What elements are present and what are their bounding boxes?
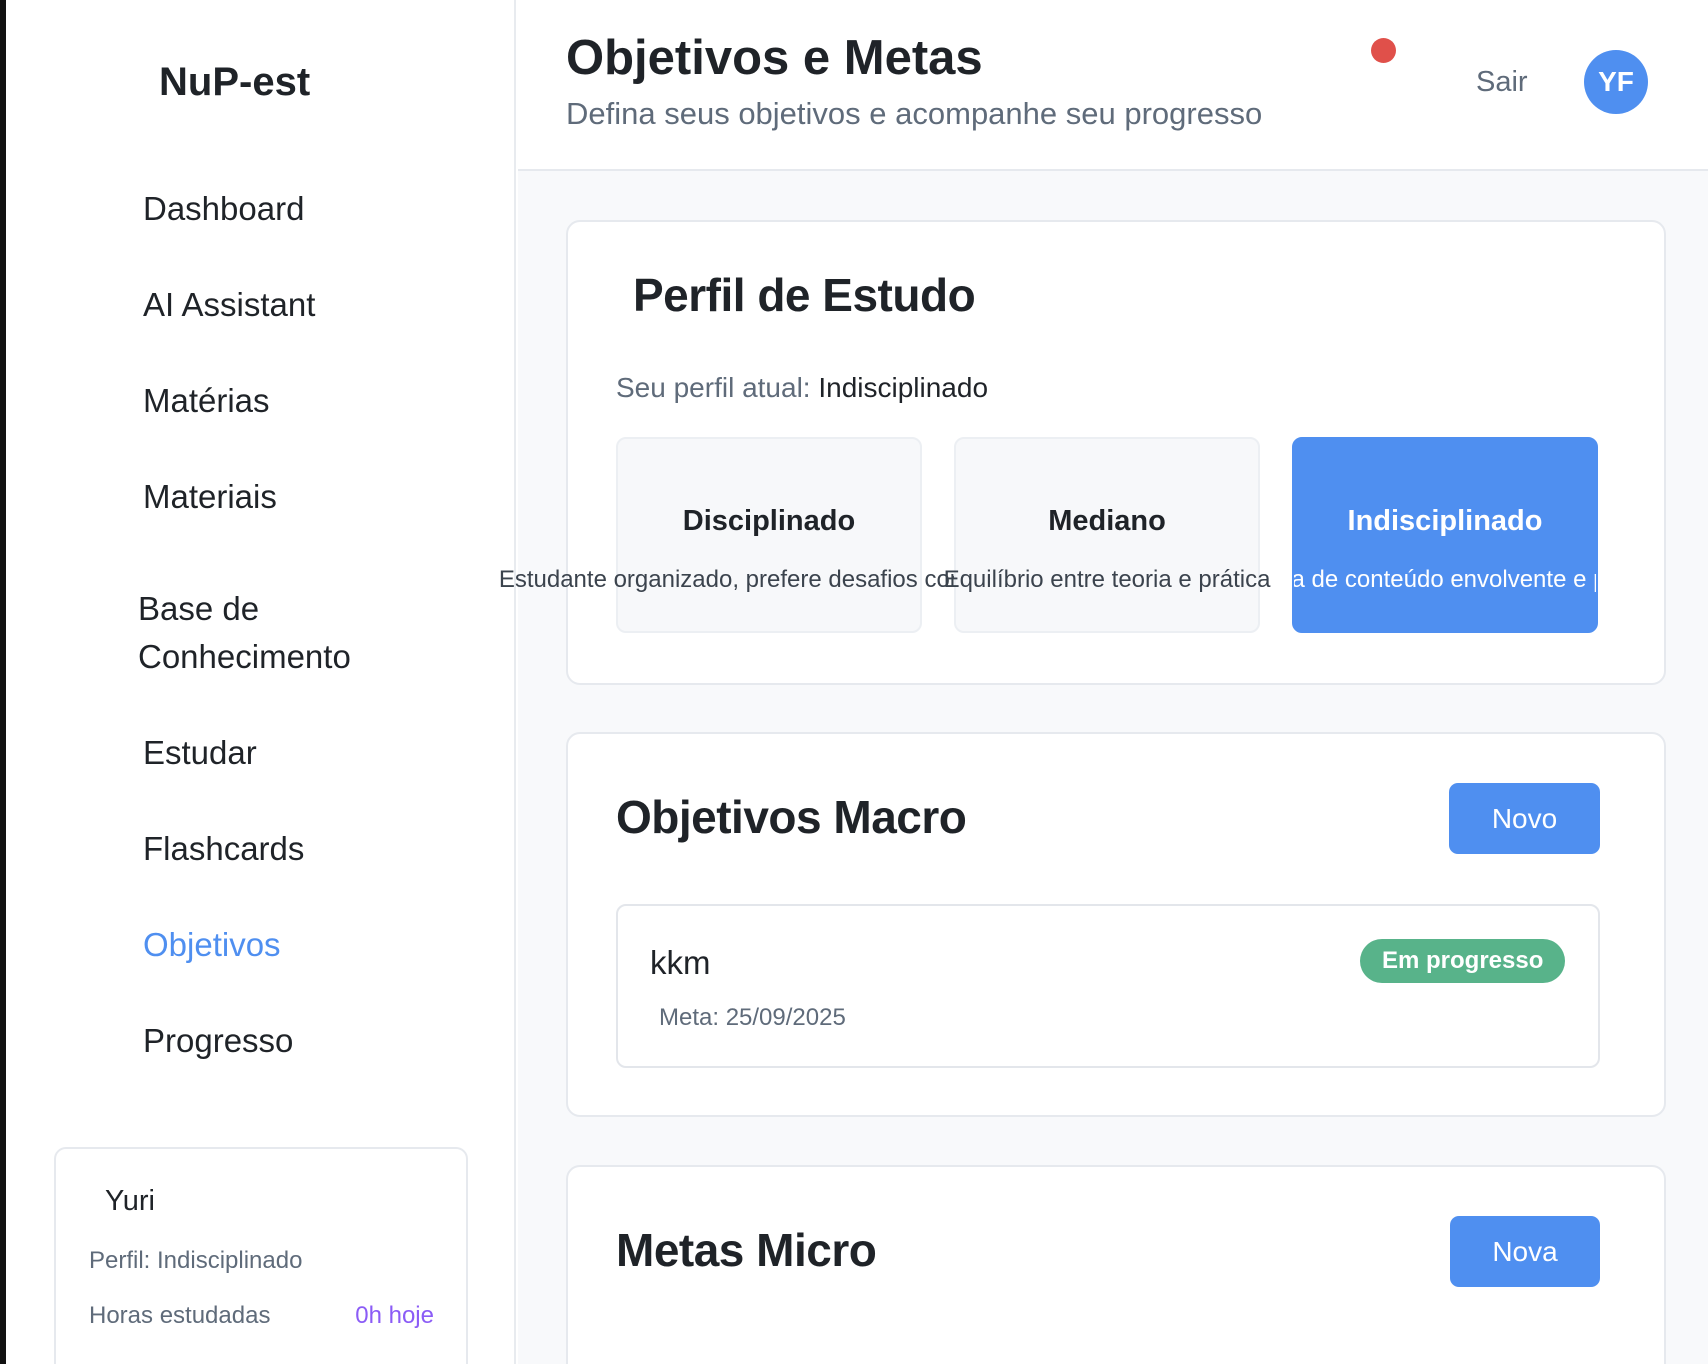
profile-option-mediano[interactable]: Mediano Equilíbrio entre teoria e prátic… <box>944 437 1270 633</box>
new-micro-goal-button[interactable]: Nova <box>1450 1216 1600 1287</box>
avatar[interactable]: YF <box>1584 50 1648 114</box>
sidebar-item-flashcards[interactable]: Flashcards <box>143 825 463 873</box>
sidebar-item-estudar[interactable]: Estudar <box>143 729 463 777</box>
sidebar-item-progresso[interactable]: Progresso <box>143 1017 463 1065</box>
profile-option-title: Disciplinado <box>682 505 856 537</box>
micro-goals-title: Metas Micro <box>616 1224 877 1276</box>
macro-goals-title: Objetivos Macro <box>616 791 967 843</box>
profile-options: Disciplinado Estudante organizado, prefe… <box>499 222 1668 683</box>
top-bar: Objetivos e Metas Defina seus objetivos … <box>518 0 1708 171</box>
profile-option-description: Equilíbrio entre teoria e prática <box>943 566 1271 593</box>
hours-studied-value: 0h hoje <box>355 1302 434 1329</box>
profile-option-disciplinado[interactable]: Disciplinado Estudante organizado, prefe… <box>499 437 1039 633</box>
status-badge: Em progresso <box>1360 939 1566 983</box>
profile-option-title: Indisciplinado <box>1347 505 1543 537</box>
sidebar-item-ai-assistant[interactable]: AI Assistant <box>143 281 463 329</box>
sidebar-item-materias[interactable]: Matérias <box>143 377 463 425</box>
notification-dot-icon[interactable] <box>1371 38 1396 63</box>
sidebar-item-dashboard[interactable]: Dashboard <box>143 185 463 233</box>
brand-logo[interactable]: NuP-est <box>159 60 310 105</box>
user-profile: Perfil: Indisciplinado <box>89 1247 303 1274</box>
macro-goals-card: Objetivos Macro Novo kkm Meta: 25/09/202… <box>566 732 1666 1117</box>
sidebar: NuP-est Dashboard AI Assistant Matérias … <box>6 0 516 1364</box>
profile-option-title: Mediano <box>1048 505 1166 537</box>
page-subtitle: Defina seus objetivos e acompanhe seu pr… <box>566 96 1263 131</box>
micro-goals-card: Metas Micro Nova <box>566 1165 1666 1364</box>
app-window: NuP-est Dashboard AI Assistant Matérias … <box>0 0 1708 1364</box>
sidebar-item-materiais[interactable]: Materiais <box>143 473 463 521</box>
profile-option-indisciplinado[interactable]: Indisciplinado Precisa de conteúdo envol… <box>1292 437 1598 633</box>
macro-goal-item[interactable]: kkm Meta: 25/09/2025 Em progresso <box>616 904 1600 1068</box>
profile-option-description: Precisa de conteúdo envolvente e prático <box>1292 566 1596 593</box>
hours-studied-label: Horas estudadas <box>89 1302 271 1329</box>
user-name: Yuri <box>105 1185 155 1217</box>
sidebar-item-objetivos[interactable]: Objetivos <box>143 921 463 969</box>
sidebar-item-base-de-conhecimento[interactable]: Base de Conhecimento <box>138 585 398 681</box>
main-content: Objetivos e Metas Defina seus objetivos … <box>499 0 1708 1364</box>
study-profile-card: Perfil de Estudo Seu perfil atual: Indis… <box>499 220 1668 685</box>
goal-target-date: Meta: 25/09/2025 <box>659 1004 846 1031</box>
logout-button[interactable]: Sair <box>1476 66 1528 99</box>
new-macro-goal-button[interactable]: Novo <box>1449 783 1600 854</box>
page-title: Objetivos e Metas <box>566 31 983 85</box>
goal-title: kkm <box>650 944 711 981</box>
user-summary-card: Yuri Perfil: Indisciplinado Horas estuda… <box>54 1147 468 1364</box>
